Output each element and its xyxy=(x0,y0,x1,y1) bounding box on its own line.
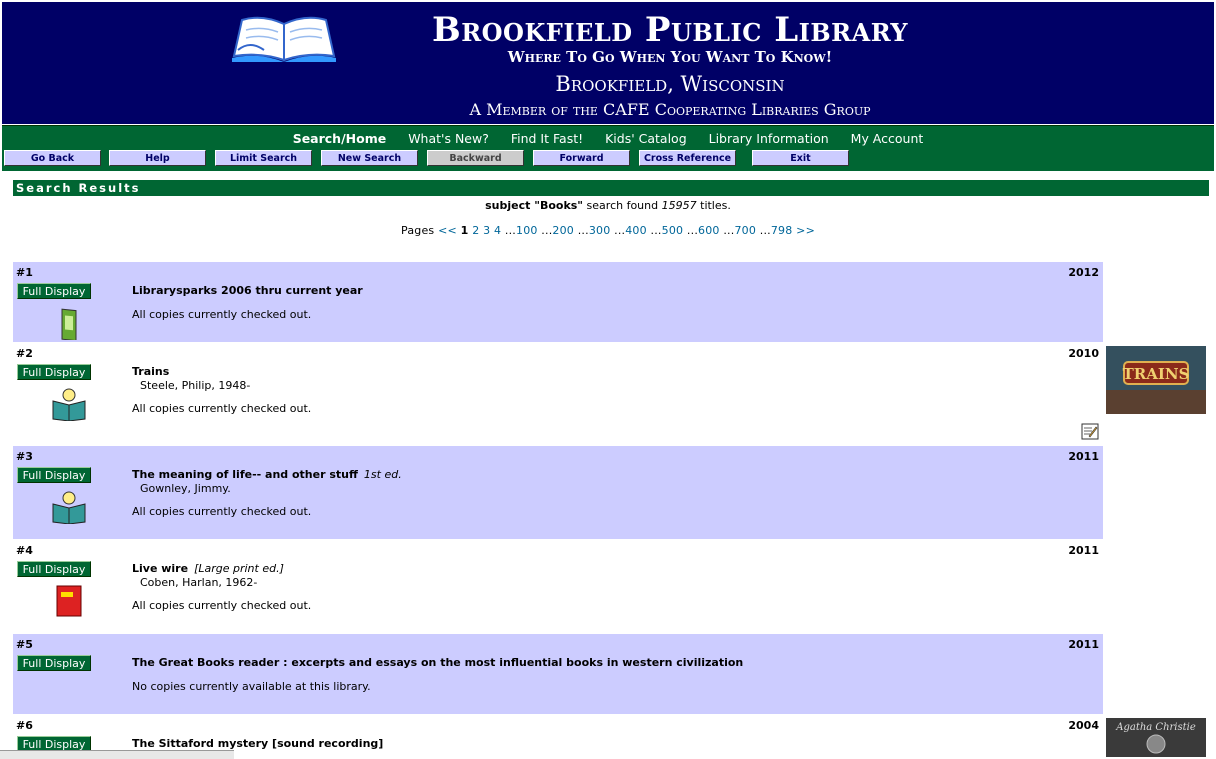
nav-link-my-account[interactable]: My Account xyxy=(851,131,924,146)
open-book-logo-icon xyxy=(232,16,336,62)
result-record: #5 2011 Full Display The Great Books rea… xyxy=(13,634,1103,714)
full-display-button[interactable]: Full Display xyxy=(17,655,91,671)
record-title[interactable]: Live wire [Large print ed.] xyxy=(132,562,284,575)
nav-link-whats-new[interactable]: What's New? xyxy=(408,131,489,146)
record-title[interactable]: The Sittaford mystery [sound recording] xyxy=(132,737,383,750)
summary-count: 15957 xyxy=(661,199,697,212)
record-year: 2010 xyxy=(1068,347,1099,360)
book-cover-trains[interactable]: TRAINS xyxy=(1106,346,1206,414)
record-number: #5 xyxy=(16,638,33,651)
trains-cover-title: TRAINS xyxy=(1123,365,1190,383)
result-record: #2 2010 Full Display Trains Steele, Phil… xyxy=(13,343,1103,446)
page-link[interactable]: 600 xyxy=(698,224,720,237)
library-name: Brookfield Public Library xyxy=(431,10,909,50)
exit-button[interactable]: Exit xyxy=(752,150,849,166)
record-availability: All copies currently checked out. xyxy=(132,308,312,321)
record-title[interactable]: Librarysparks 2006 thru current year xyxy=(132,284,363,297)
full-display-button[interactable]: Full Display xyxy=(17,283,91,299)
nav-links: Search/Home What's New? Find It Fast! Ki… xyxy=(2,131,1214,146)
library-tagline: Where To Go When You Want To Know! xyxy=(507,48,833,66)
record-availability: All copies currently checked out. xyxy=(132,599,312,612)
sittaford-cover-art: Agatha Christie xyxy=(1106,718,1206,757)
page-link[interactable]: 3 xyxy=(483,224,490,237)
limit-search-button[interactable]: Limit Search xyxy=(215,150,312,166)
record-edition: 1st ed. xyxy=(363,468,402,481)
record-title[interactable]: Trains xyxy=(132,365,169,378)
summary-mid: search found xyxy=(586,199,659,212)
full-display-button[interactable]: Full Display xyxy=(17,561,91,577)
page-link[interactable]: 200 xyxy=(552,224,574,237)
search-results-heading: Search Results xyxy=(13,180,1209,196)
cross-reference-button[interactable]: Cross Reference xyxy=(639,150,736,166)
summary-subject: subject "Books" xyxy=(485,199,584,212)
new-search-button[interactable]: New Search xyxy=(321,150,418,166)
pages-current: 1 xyxy=(460,224,469,237)
record-availability: All copies currently checked out. xyxy=(132,505,312,518)
book-cover-sittaford[interactable]: Agatha Christie xyxy=(1106,718,1206,757)
nav-link-kids-catalog[interactable]: Kids' Catalog xyxy=(605,131,687,146)
sittaford-cover-author: Agatha Christie xyxy=(1115,722,1196,733)
page-link[interactable]: 500 xyxy=(662,224,684,237)
record-number: #4 xyxy=(16,544,33,557)
full-display-button[interactable]: Full Display xyxy=(17,364,91,380)
pages-next-link[interactable]: >> xyxy=(796,224,815,237)
record-number: #6 xyxy=(16,719,33,732)
help-button[interactable]: Help xyxy=(109,150,206,166)
nav-link-library-information[interactable]: Library Information xyxy=(709,131,829,146)
summary-end: titles. xyxy=(700,199,731,212)
pagination: Pages << 1 2 3 4 ...100 ...200 ...300 ..… xyxy=(401,224,815,237)
page-link[interactable]: 100 xyxy=(516,224,538,237)
record-title[interactable]: The meaning of life-- and other stuff 1st… xyxy=(132,468,402,481)
nav-link-search-home[interactable]: Search/Home xyxy=(293,131,387,146)
forward-button[interactable]: Forward xyxy=(533,150,630,166)
record-availability: All copies currently checked out. xyxy=(132,402,312,415)
record-number: #1 xyxy=(16,266,33,279)
juvenile-book-format-icon xyxy=(52,491,86,524)
pages-label: Pages xyxy=(401,224,435,237)
record-author: Gownley, Jimmy. xyxy=(140,482,231,495)
result-record: #1 2012 Full Display Librarysparks 2006 … xyxy=(13,262,1103,342)
page-link[interactable]: 798 xyxy=(771,224,793,237)
record-year: 2011 xyxy=(1068,638,1099,651)
go-back-button[interactable]: Go Back xyxy=(4,150,101,166)
page-link[interactable]: 2 xyxy=(472,224,479,237)
record-title[interactable]: The Great Books reader : excerpts and es… xyxy=(132,656,743,669)
magazine-format-icon xyxy=(61,308,77,340)
record-availability: No copies currently available at this li… xyxy=(132,680,371,693)
library-header: Brookfield Public Library Where To Go Wh… xyxy=(2,2,1214,124)
record-year: 2011 xyxy=(1068,544,1099,557)
result-record: #3 2011 Full Display The meaning of life… xyxy=(13,446,1103,539)
page-link[interactable]: 700 xyxy=(734,224,756,237)
library-location: Brookfield, Wisconsin xyxy=(555,72,785,96)
pages-prev-link[interactable]: << xyxy=(438,224,457,237)
notepad-review-icon[interactable] xyxy=(1081,423,1099,440)
record-author: Steele, Philip, 1948- xyxy=(140,379,251,392)
library-membership: A Member of the CAFE Cooperating Librari… xyxy=(469,100,871,119)
large-print-book-format-icon xyxy=(56,585,82,617)
page-link[interactable]: 400 xyxy=(625,224,647,237)
browser-status-bar xyxy=(0,750,234,759)
juvenile-book-format-icon xyxy=(52,388,86,421)
nav-link-find-it-fast[interactable]: Find It Fast! xyxy=(511,131,583,146)
backward-button[interactable]: Backward xyxy=(427,150,524,166)
record-year: 2011 xyxy=(1068,450,1099,463)
record-number: #3 xyxy=(16,450,33,463)
page-link[interactable]: 4 xyxy=(494,224,501,237)
page-link[interactable]: 300 xyxy=(589,224,611,237)
result-record: #4 2011 Full Display Live wire [Large pri… xyxy=(13,540,1103,634)
record-author: Coben, Harlan, 1962- xyxy=(140,576,258,589)
record-year: 2012 xyxy=(1068,266,1099,279)
trains-cover-art: TRAINS xyxy=(1106,346,1206,414)
record-year: 2004 xyxy=(1068,719,1099,732)
main-navigation: Search/Home What's New? Find It Fast! Ki… xyxy=(2,125,1214,171)
full-display-button[interactable]: Full Display xyxy=(17,467,91,483)
record-number: #2 xyxy=(16,347,33,360)
record-edition: [Large print ed.] xyxy=(194,562,284,575)
search-summary: subject "Books" search found 15957 title… xyxy=(0,199,1216,212)
